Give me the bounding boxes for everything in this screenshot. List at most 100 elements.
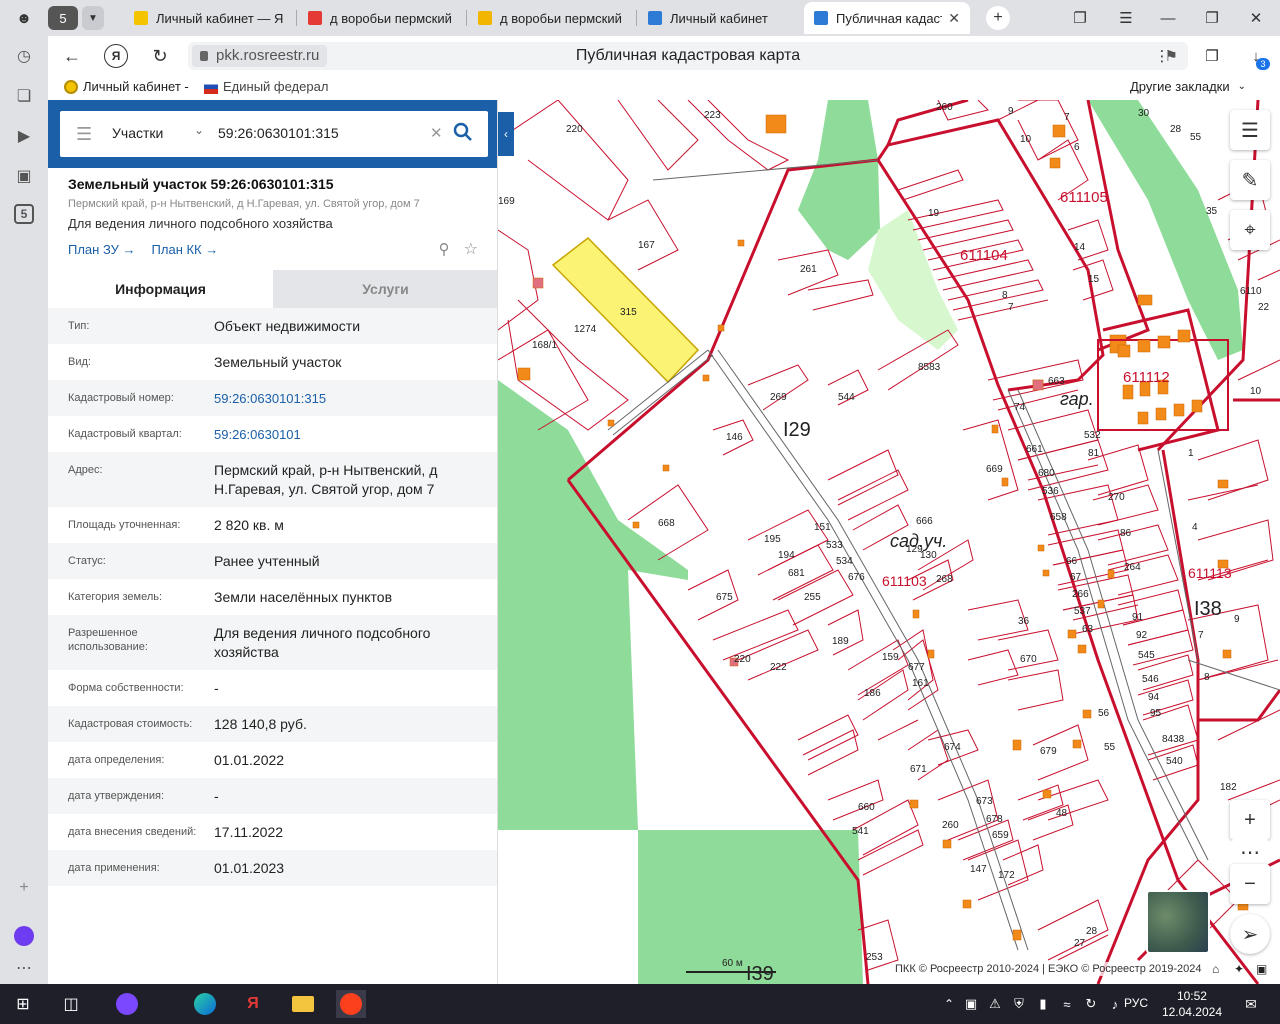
row-label: Кадастровый номер: <box>68 392 174 404</box>
parcel-55b: 55 <box>1104 742 1116 753</box>
tab-bar: ☻ 5 ▼ Личный кабинет — Я д воробьи пермс… <box>0 0 1280 36</box>
cadastral-map[interactable]: I29 I38 I39 611105 611104 611112 611103 … <box>498 100 1280 984</box>
back-icon[interactable]: ← <box>60 44 84 68</box>
print-icon[interactable]: ▣ <box>1256 962 1267 976</box>
bookmark-lk[interactable]: Личный кабинет - <box>64 79 189 94</box>
parcel-260: 260 <box>936 102 953 113</box>
tab-search-1[interactable]: д воробьи пермский <box>298 2 464 34</box>
hamburger-icon[interactable]: ☰ <box>76 124 92 145</box>
locate-button[interactable]: ⌖ <box>1230 210 1270 250</box>
home-icon[interactable]: ⌂ <box>1212 962 1219 976</box>
parcel-130: 130 <box>920 550 937 561</box>
tab-lk-rosreestr[interactable]: Личный кабинет <box>638 2 800 34</box>
parcel-161: 161 <box>912 678 929 689</box>
parcel-19: 19 <box>928 208 940 219</box>
settings-icon[interactable]: ✦ <box>1234 962 1244 976</box>
alice-icon[interactable] <box>12 924 36 948</box>
info-row-ownership: Форма собственности: - <box>48 670 497 706</box>
parcel-270: 270 <box>1108 492 1125 503</box>
parcel-220b: 220 <box>734 654 751 665</box>
tab-information[interactable]: Информация <box>48 270 273 308</box>
bookmark-gosuslugi[interactable]: Единый федерал <box>204 79 328 94</box>
close-window-icon[interactable]: ✕ <box>1244 6 1268 30</box>
explorer-icon[interactable] <box>288 990 318 1018</box>
map-copyright: ПКК © Росреестр 2010-2024 | ЕЭКО © Росре… <box>892 962 1205 976</box>
parcel-544: 544 <box>838 392 855 403</box>
tabs-rail-badge[interactable]: 5 <box>14 204 34 224</box>
parcel-22: 22 <box>1258 302 1270 313</box>
edge-icon[interactable] <box>190 990 220 1018</box>
camera-icon[interactable]: ▣ <box>12 164 36 188</box>
notifications-icon[interactable]: ✉ <box>1236 990 1266 1018</box>
row-value: - <box>214 680 219 696</box>
category-select[interactable]: Участки <box>112 125 163 141</box>
cadastral-number-link[interactable]: 59:26:0630101:315 <box>214 389 478 408</box>
more-icon[interactable]: ⋯ <box>12 956 36 980</box>
map-canvas[interactable]: I29 I38 I39 611105 611104 611112 611103 … <box>498 100 1280 984</box>
compass-button[interactable]: ➢ <box>1230 914 1270 954</box>
alice-taskbar-icon[interactable] <box>112 990 142 1018</box>
parcel-95: 95 <box>1150 708 1162 719</box>
yandex-logo-icon[interactable]: Я <box>104 44 128 68</box>
yandex-active-icon[interactable] <box>336 990 366 1018</box>
plan-kk-link[interactable]: План КК → <box>152 242 219 257</box>
cadastral-quarter-link[interactable]: 59:26:0630101 <box>214 425 478 444</box>
parcel-315: 315 <box>620 307 637 318</box>
parcel-675: 675 <box>716 592 733 603</box>
yandex-browser-taskbar-icon[interactable]: Я <box>238 990 268 1018</box>
play-icon[interactable]: ▶ <box>12 124 36 148</box>
search-icon[interactable] <box>452 121 474 143</box>
extensions-icon[interactable]: ❐ <box>1200 44 1224 68</box>
windows-taskbar: ⊞ ◫ Я ⌃ ▣ ⚠ ⛨ ▮ ≈ ↻ ♪ РУС 10:52 12.04.20… <box>0 984 1280 1024</box>
tray-clock[interactable]: 10:52 12.04.2024 <box>1162 988 1222 1020</box>
info-row-quarter: Кадастровый квартал: 59:26:0630101 <box>48 416 497 452</box>
collections-icon[interactable]: ❐ <box>1068 6 1092 30</box>
collapse-panel-button[interactable]: ‹ <box>498 112 514 156</box>
tab-services[interactable]: Услуги <box>273 270 497 308</box>
history-icon[interactable]: ◷ <box>12 44 36 68</box>
more-options-icon[interactable]: ⋮ <box>1152 44 1172 68</box>
reload-icon[interactable]: ↻ <box>148 44 172 68</box>
search-header: ☰ Участки ⌄ 59:26:0630101:315 ✕ <box>48 100 497 168</box>
url-field[interactable]: pkk.rosreestr.ru Публичная кадастровая к… <box>188 42 1188 70</box>
chevron-down-icon[interactable]: ⌄ <box>194 123 204 137</box>
close-tab-icon[interactable]: ✕ <box>942 10 960 27</box>
tab-search-2[interactable]: д воробьи пермский <box>468 2 634 34</box>
profile-icon[interactable]: ☻ <box>12 6 36 30</box>
add-panel-icon[interactable]: + <box>12 876 36 900</box>
basemap-switcher[interactable] <box>1146 890 1210 954</box>
search-input[interactable]: 59:26:0630101:315 <box>218 125 339 141</box>
restore-icon[interactable]: ❐ <box>1200 6 1224 30</box>
search-box: ☰ Участки ⌄ 59:26:0630101:315 ✕ <box>60 111 488 157</box>
tab-lk-yandex[interactable]: Личный кабинет — Я <box>124 2 294 34</box>
tab-count-button[interactable]: 5 <box>48 6 78 30</box>
zoom-in-button[interactable]: + <box>1230 800 1270 840</box>
input-language[interactable]: РУС <box>1124 996 1148 1010</box>
tabs-dropdown-icon[interactable]: ▼ <box>82 6 104 30</box>
windows-start-icon[interactable]: ⊞ <box>8 990 38 1018</box>
new-tab-button[interactable]: + <box>986 6 1010 30</box>
menu-icon[interactable]: ☰ <box>1114 6 1138 30</box>
layers-button[interactable]: ☰ <box>1230 110 1270 150</box>
plan-zu-link[interactable]: План ЗУ → <box>68 242 136 257</box>
clear-icon[interactable]: ✕ <box>430 124 443 142</box>
minimize-icon[interactable]: — <box>1156 6 1180 30</box>
info-row-cost: Кадастровая стоимость: 128 140,8 руб. <box>48 706 497 742</box>
tab-label: д воробьи пермский <box>330 10 452 26</box>
other-bookmarks[interactable]: Другие закладки ⌄ <box>1130 79 1246 94</box>
collections-rail-icon[interactable]: ❏ <box>12 84 36 108</box>
task-view-icon[interactable]: ◫ <box>56 990 86 1018</box>
row-value: 01.01.2022 <box>214 752 285 768</box>
parcel-4: 4 <box>1192 522 1198 533</box>
zoom-more-button[interactable]: ⋯ <box>1230 840 1270 864</box>
tab-pkk[interactable]: Публичная кадаст ✕ <box>804 2 970 34</box>
yandex-favicon-icon <box>134 11 148 25</box>
row-value: Ранее учтенный <box>214 553 320 569</box>
parcel-532: 532 <box>1084 430 1101 441</box>
zoom-to-icon[interactable]: ⚲ <box>439 240 450 258</box>
favorite-star-icon[interactable]: ☆ <box>464 239 478 259</box>
parcel-659: 659 <box>992 830 1009 841</box>
zoom-out-button[interactable]: − <box>1230 864 1270 904</box>
ruler-button[interactable]: ✎ <box>1230 160 1270 200</box>
row-value: 2 820 кв. м <box>214 517 284 533</box>
